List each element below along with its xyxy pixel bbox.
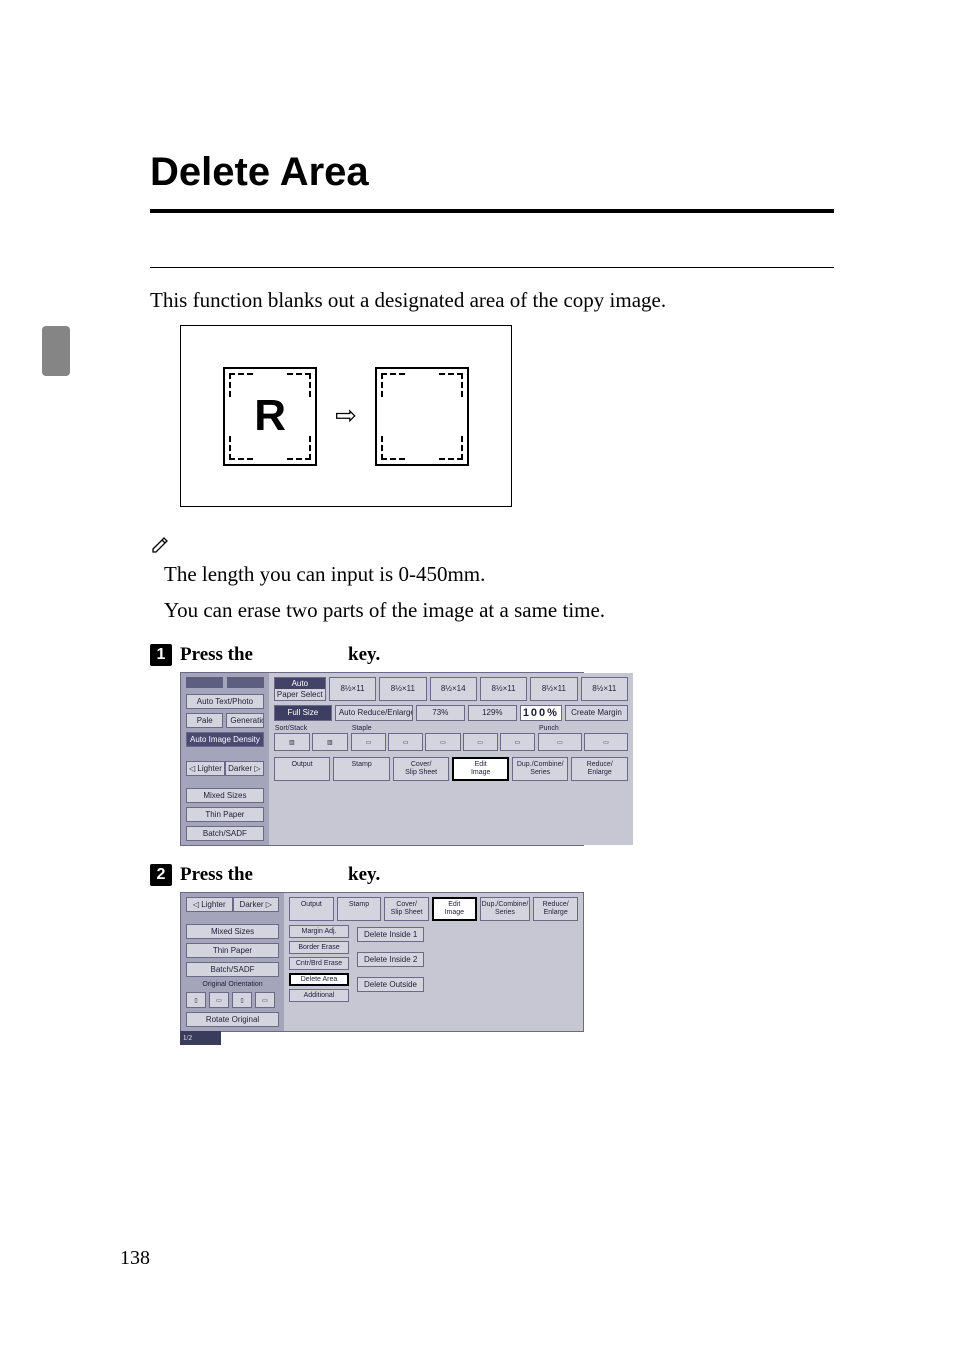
delete-outside-button[interactable]: Delete Outside — [357, 977, 424, 992]
diagram-after — [375, 367, 469, 466]
step-2-suffix: key. — [348, 864, 380, 885]
orientation-option-2[interactable]: ▭ — [209, 992, 229, 1008]
section-tab — [42, 326, 70, 376]
tab-stamp-2[interactable]: Stamp — [337, 897, 382, 920]
darker-button[interactable]: Darker ▷ — [225, 761, 264, 776]
page-number: 138 — [120, 1247, 150, 1270]
screenshot-1: Auto Text/Photo Pale Generation Auto Ima… — [180, 672, 834, 846]
tab-dup-combine[interactable]: Dup./Combine/ Series — [512, 757, 569, 780]
arrow-icon: ⇨ — [335, 403, 357, 429]
step-2-number: 2 — [150, 864, 172, 886]
step-2: 2 Press the key. — [150, 864, 834, 886]
step-1-prefix: Press the — [180, 644, 253, 665]
diagram-before: R — [223, 367, 317, 466]
step-1-number: 1 — [150, 644, 172, 666]
centre-border-erase-button[interactable]: Cntr/Brd Erase — [289, 957, 349, 970]
delete-inside-2-button[interactable]: Delete Inside 2 — [357, 952, 424, 967]
punch-option-1[interactable]: ▭ — [538, 733, 582, 751]
thin-paper-button[interactable]: Thin Paper — [186, 807, 264, 822]
paper-tray-6[interactable]: 8½×11 — [581, 677, 628, 701]
sort-option-2[interactable]: ▥ — [312, 733, 348, 751]
tab-cover-slip-2[interactable]: Cover/ Slip Sheet — [384, 897, 429, 920]
staple-option-2[interactable]: ▭ — [388, 733, 423, 751]
screenshot-2: ◁ Lighter Darker ▷ Mixed Sizes Thin Pape… — [180, 892, 834, 1045]
darker-button-2[interactable]: Darker ▷ — [233, 897, 280, 912]
mixed-sizes-button-2[interactable]: Mixed Sizes — [186, 924, 279, 939]
auto-reduce-enlarge-button[interactable]: Auto Reduce/Enlarge — [335, 705, 413, 721]
orientation-option-3[interactable]: ▯ — [232, 992, 252, 1008]
ratio-display: 100% — [520, 705, 562, 721]
section-rule — [150, 267, 834, 268]
tab-edit-image[interactable]: Edit Image — [452, 757, 509, 780]
batch-sadf-button[interactable]: Batch/SADF — [186, 826, 264, 841]
tab-dup-combine-2[interactable]: Dup./Combine/ Series — [480, 897, 531, 920]
page-title: Delete Area — [150, 150, 834, 195]
step-1-suffix: key. — [348, 644, 380, 665]
step-2-prefix: Press the — [180, 864, 253, 885]
staple-label: Staple — [351, 725, 535, 733]
staple-option-5[interactable]: ▭ — [500, 733, 535, 751]
delete-inside-1-button[interactable]: Delete Inside 1 — [357, 927, 424, 942]
staple-option-1[interactable]: ▭ — [351, 733, 386, 751]
screen-page-indicator[interactable]: 1/2 — [180, 1031, 221, 1045]
mixed-sizes-button[interactable]: Mixed Sizes — [186, 788, 264, 803]
auto-image-density-button[interactable]: Auto Image Density — [186, 732, 264, 747]
tab-stamp[interactable]: Stamp — [333, 757, 390, 780]
tab-output[interactable]: Output — [274, 757, 331, 780]
paper-select-button[interactable]: Auto Paper Select — [274, 677, 326, 701]
delete-area-button[interactable]: Delete Area — [289, 973, 349, 986]
tab-reduce-enlarge[interactable]: Reduce/ Enlarge — [571, 757, 628, 780]
delete-area-diagram: R ⇨ — [180, 325, 512, 507]
orientation-option-1[interactable]: ▯ — [186, 992, 206, 1008]
generation-button[interactable]: Generation — [226, 713, 263, 728]
tab-output-2[interactable]: Output — [289, 897, 334, 920]
lighter-button[interactable]: ◁ Lighter — [186, 761, 225, 776]
thin-paper-button-2[interactable]: Thin Paper — [186, 943, 279, 958]
ratio-129-button[interactable]: 129% — [468, 705, 517, 721]
title-rule — [150, 209, 834, 213]
sort-option-1[interactable]: ▥ — [274, 733, 310, 751]
rotate-original-button[interactable]: Rotate Original — [186, 1012, 279, 1027]
tab-reduce-enlarge-2[interactable]: Reduce/ Enlarge — [533, 897, 578, 920]
staple-option-3[interactable]: ▭ — [425, 733, 460, 751]
auto-text-photo-button[interactable]: Auto Text/Photo — [186, 694, 264, 709]
lighter-button-2[interactable]: ◁ Lighter — [186, 897, 233, 912]
create-margin-button[interactable]: Create Margin — [565, 705, 628, 721]
additional-button[interactable]: Additional — [289, 989, 349, 1002]
diagram-letter: R — [254, 394, 286, 438]
paper-tray-3[interactable]: 8½×14 — [430, 677, 477, 701]
paper-tray-1[interactable]: 8½×11 — [329, 677, 376, 701]
pale-button[interactable]: Pale — [186, 713, 223, 728]
paper-tray-4[interactable]: 8½×11 — [480, 677, 527, 701]
margin-adj-button[interactable]: Margin Adj. — [289, 925, 349, 938]
paper-tray-5[interactable]: 8½×11 — [530, 677, 577, 701]
step-1: 1 Press the key. — [150, 644, 834, 666]
original-orientation-label: Original Orientation — [186, 981, 279, 988]
note-2: You can erase two parts of the image at … — [150, 595, 834, 627]
note-1: The length you can input is 0-450mm. — [150, 559, 834, 591]
intro-text: This function blanks out a designated ar… — [150, 286, 834, 315]
border-erase-button[interactable]: Border Erase — [289, 941, 349, 954]
paper-tray-2[interactable]: 8½×11 — [379, 677, 426, 701]
ratio-73-button[interactable]: 73% — [416, 705, 465, 721]
punch-label: Punch — [538, 725, 628, 733]
full-size-button[interactable]: Full Size — [274, 705, 332, 721]
tab-cover-slip[interactable]: Cover/ Slip Sheet — [393, 757, 450, 780]
batch-sadf-button-2[interactable]: Batch/SADF — [186, 962, 279, 977]
staple-option-4[interactable]: ▭ — [463, 733, 498, 751]
orientation-option-4[interactable]: ▭ — [255, 992, 275, 1008]
tab-edit-image-2[interactable]: Edit Image — [432, 897, 477, 920]
punch-option-2[interactable]: ▭ — [584, 733, 628, 751]
note-icon — [150, 535, 834, 555]
sort-stack-label: Sort/Stack — [274, 725, 348, 733]
